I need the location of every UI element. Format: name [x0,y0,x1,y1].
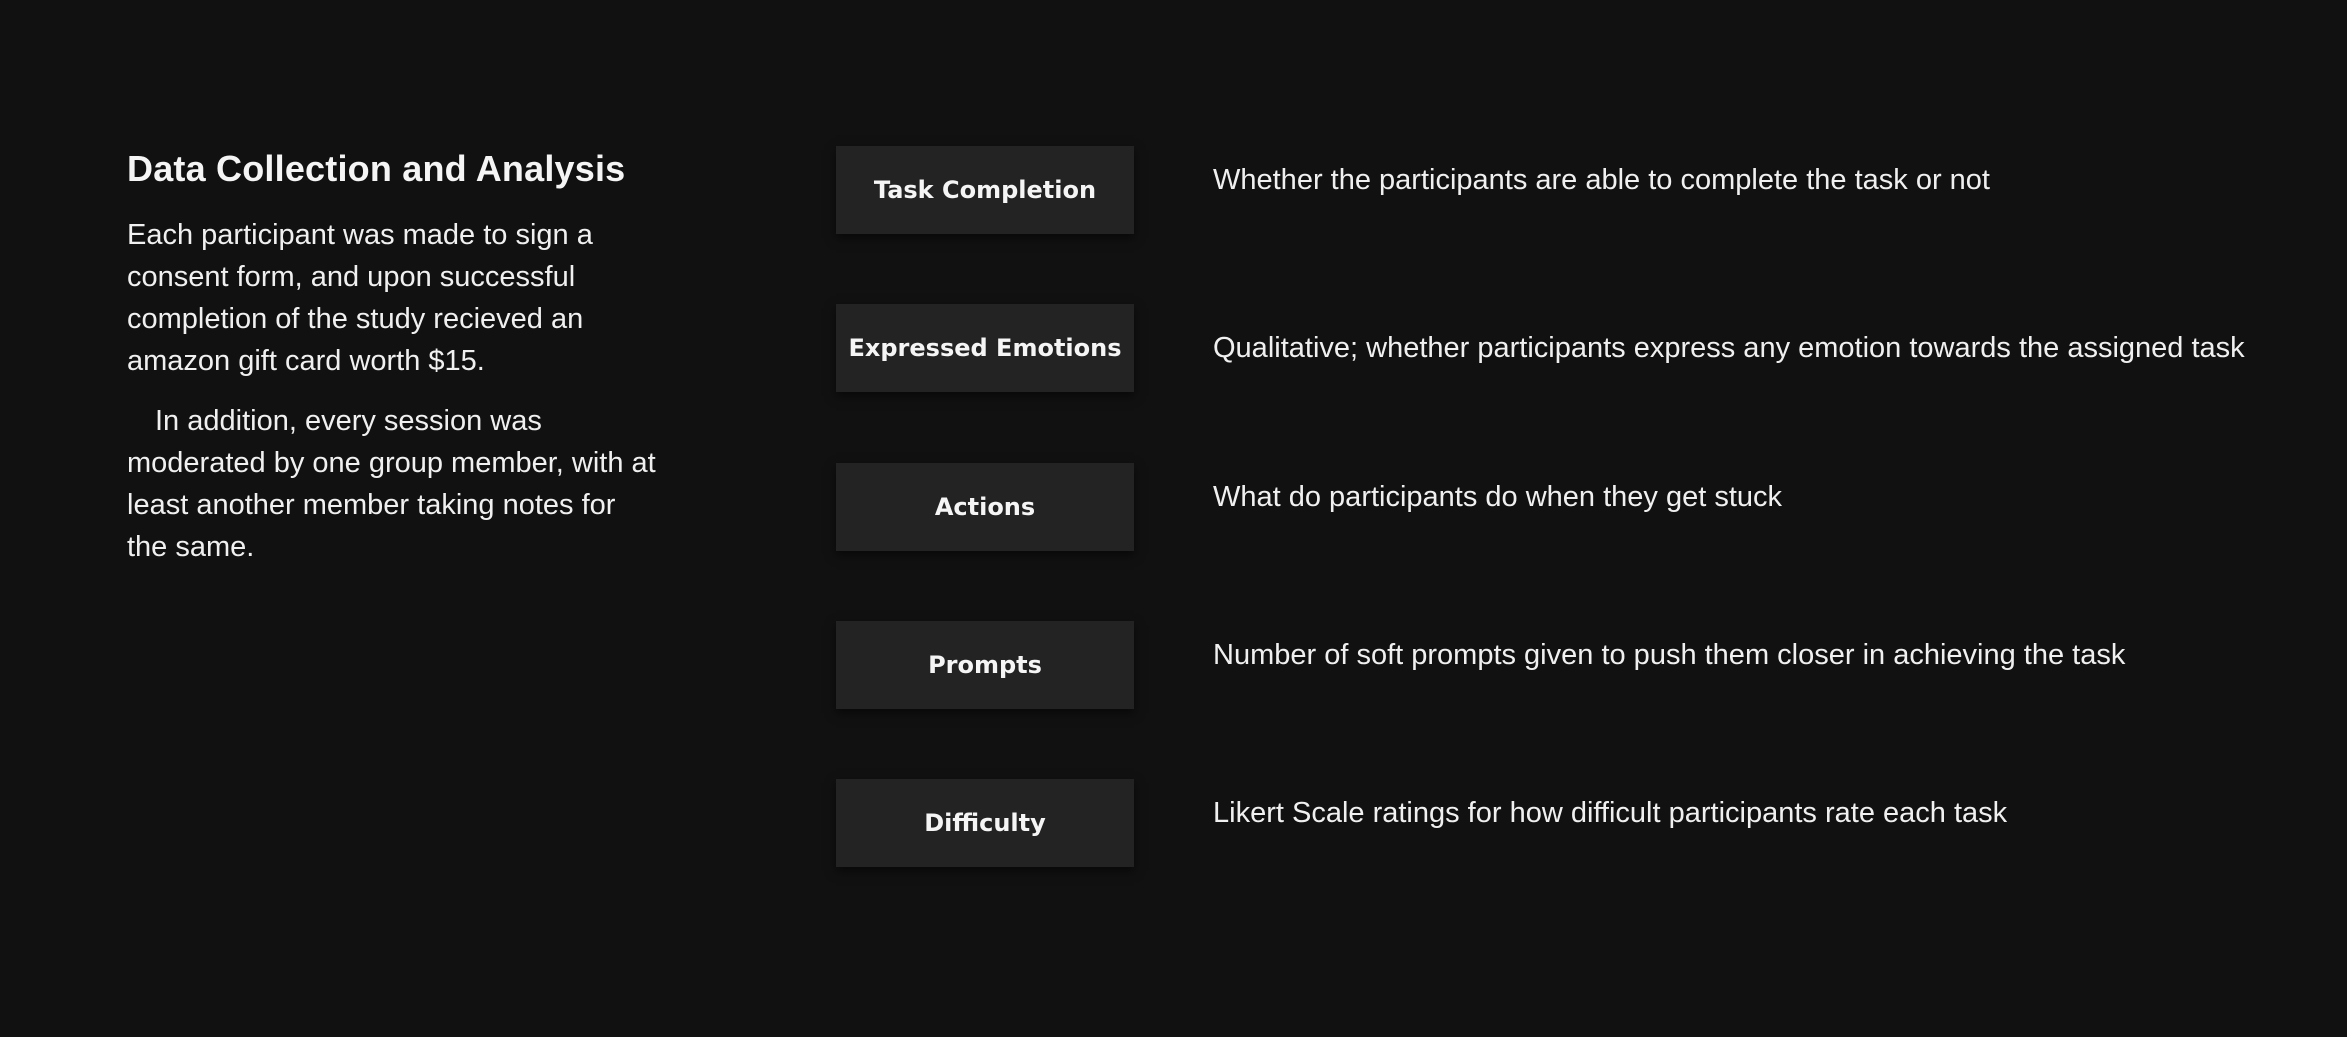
section-title: Data Collection and Analysis [127,148,626,189]
metric-label: Actions [934,493,1036,521]
intro-section: Data Collection and Analysis Each partic… [127,140,657,568]
metric-description: Whether the participants are able to com… [1213,164,1990,196]
metric-description: Qualitative; whether participants expres… [1213,332,2245,364]
metric-label: Prompts [928,651,1042,679]
intro-paragraph-1: Each participant was made to sign a cons… [127,219,593,377]
metric-description: Number of soft prompts given to push the… [1213,639,2126,671]
metric-label: Task Completion [873,176,1097,204]
metric-row-prompts: Prompts Number of soft prompts given to … [836,621,2336,711]
metric-row-expressed-emotions: Expressed Emotions Qualitative; whether … [836,304,2336,394]
metric-label-box: Prompts [836,621,1134,709]
metric-description: Likert Scale ratings for how difficult p… [1213,797,2008,829]
metric-label-box: Task Completion [836,146,1134,234]
metric-description: What do participants do when they get st… [1213,481,1783,513]
metric-row-difficulty: Difficulty Likert Scale ratings for how … [836,779,2336,869]
metric-row-actions: Actions What do participants do when the… [836,463,2336,553]
metric-label: Difficulty [924,809,1046,837]
intro-paragraph-2: In addition, every session was moderated… [127,405,656,563]
metric-label: Expressed Emotions [848,334,1122,362]
metric-label-box: Difficulty [836,779,1134,867]
metric-label-box: Actions [836,463,1134,551]
metric-label-box: Expressed Emotions [836,304,1134,392]
metric-row-task-completion: Task Completion Whether the participants… [836,146,2336,236]
